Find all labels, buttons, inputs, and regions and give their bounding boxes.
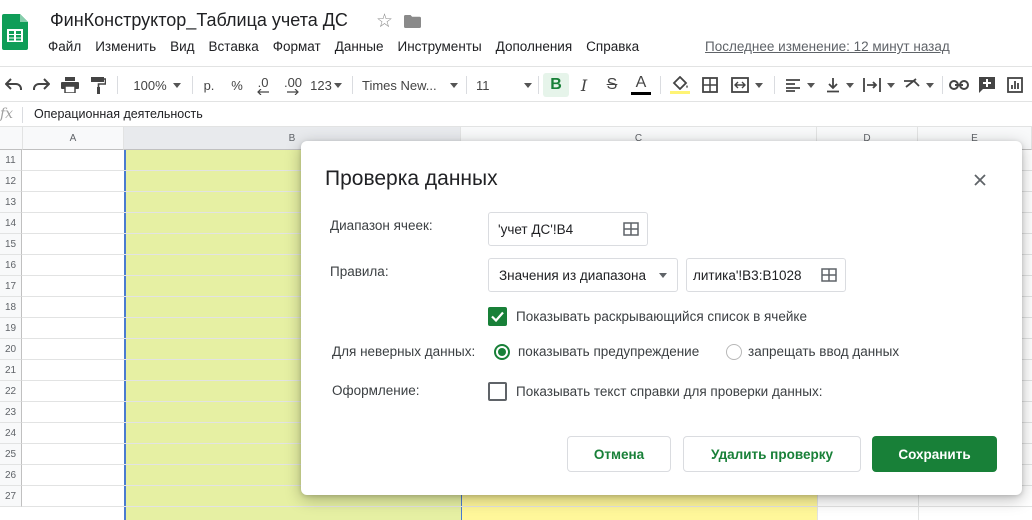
row-header[interactable]: 12 [0, 171, 22, 192]
insert-link-icon[interactable] [948, 73, 970, 97]
bold-button[interactable]: B [543, 73, 569, 97]
data-validation-dialog: Проверка данных Диапазон ячеек: 'учет ДС… [301, 141, 1022, 495]
range-value: 'учет ДС'!B4 [498, 221, 574, 237]
toolbar: 100% р. % .0 .00 123 Times New... 11 B I… [0, 66, 1032, 102]
row-header[interactable]: 15 [0, 234, 22, 255]
menu-insert[interactable]: Вставка [209, 39, 259, 59]
corner-cell[interactable] [0, 127, 23, 150]
sheets-logo[interactable] [2, 14, 28, 50]
cancel-button[interactable]: Отмена [567, 436, 671, 472]
text-rotation-icon[interactable] [900, 73, 936, 97]
row-header[interactable]: 25 [0, 444, 22, 465]
font-family-select[interactable]: Times New... [362, 73, 458, 97]
row-header[interactable]: 19 [0, 318, 22, 339]
formula-input[interactable]: Операционная деятельность [34, 107, 203, 121]
menu-tools[interactable]: Инструменты [397, 39, 481, 59]
menu-bar: Файл Изменить Вид Вставка Формат Данные … [48, 39, 653, 59]
row-header[interactable]: 24 [0, 423, 22, 444]
reject-radio[interactable] [726, 344, 742, 360]
text-wrap-icon[interactable] [862, 73, 896, 97]
folder-icon[interactable] [404, 15, 421, 28]
menu-addons[interactable]: Дополнения [496, 39, 572, 59]
warn-label[interactable]: показывать предупреждение [518, 344, 699, 359]
warn-radio[interactable] [494, 344, 510, 360]
percent-button[interactable]: % [228, 73, 246, 97]
column-header-a[interactable]: A [23, 127, 124, 150]
row-header[interactable]: 26 [0, 465, 22, 486]
rule-range-value: литика'!B3:B1028 [693, 267, 802, 283]
appearance-label: Оформление: [332, 383, 420, 398]
star-icon[interactable]: ☆ [376, 10, 393, 33]
italic-button[interactable]: I [574, 73, 594, 97]
row-header[interactable]: 22 [0, 381, 22, 402]
dialog-title: Проверка данных [325, 167, 498, 190]
save-button[interactable]: Сохранить [872, 436, 997, 472]
menu-format[interactable]: Формат [273, 39, 321, 59]
borders-icon[interactable] [700, 73, 720, 97]
row-header[interactable]: 11 [0, 150, 22, 171]
font-size-select[interactable]: 11 [476, 73, 532, 97]
text-color-button[interactable]: A [630, 73, 652, 97]
row-header[interactable]: 13 [0, 192, 22, 213]
fx-icon: fx [0, 106, 14, 122]
row-header[interactable]: 23 [0, 402, 22, 423]
menu-view[interactable]: Вид [170, 39, 194, 59]
row-header[interactable]: 27 [0, 486, 22, 507]
rule-type-select[interactable]: Значения из диапазона [488, 258, 678, 292]
last-edit-link[interactable]: Последнее изменение: 12 минут назад [705, 39, 950, 54]
chevron-down-icon [659, 272, 667, 278]
paint-format-icon[interactable] [88, 73, 108, 97]
vertical-align-icon[interactable] [823, 73, 857, 97]
merge-cells-icon[interactable] [728, 73, 766, 97]
zoom-select[interactable]: 100% [128, 73, 186, 97]
rules-label: Правила: [330, 264, 389, 279]
decimal-increase-button[interactable]: .00 [281, 73, 305, 97]
row-header[interactable]: 21 [0, 360, 22, 381]
remove-validation-button[interactable]: Удалить проверку [683, 436, 861, 472]
strikethrough-button[interactable]: S [602, 73, 622, 97]
print-icon[interactable] [59, 73, 81, 97]
help-text-label[interactable]: Показывать текст справки для проверки да… [516, 384, 822, 399]
menu-edit[interactable]: Изменить [95, 39, 156, 59]
menu-file[interactable]: Файл [48, 39, 81, 59]
show-dropdown-checkbox[interactable] [488, 307, 507, 326]
more-formats-select[interactable]: 123 [309, 73, 343, 97]
menu-help[interactable]: Справка [586, 39, 639, 59]
insert-comment-icon[interactable] [977, 73, 997, 97]
help-text-checkbox[interactable] [488, 382, 507, 401]
redo-icon[interactable] [31, 73, 51, 97]
decimal-decrease-button[interactable]: .0 [253, 73, 273, 97]
fill-color-icon[interactable] [669, 73, 691, 97]
select-range-icon [821, 268, 837, 282]
invalid-data-label: Для неверных данных: [332, 344, 476, 359]
row-header[interactable]: 18 [0, 297, 22, 318]
formula-bar: fx Операционная деятельность [0, 103, 1032, 127]
undo-icon[interactable] [4, 73, 24, 97]
currency-button[interactable]: р. [200, 73, 218, 97]
range-input[interactable]: 'учет ДС'!B4 [488, 212, 648, 246]
horizontal-align-icon[interactable] [783, 73, 817, 97]
menu-data[interactable]: Данные [335, 39, 384, 59]
range-label: Диапазон ячеек: [330, 218, 433, 233]
row-header[interactable]: 14 [0, 213, 22, 234]
row-header[interactable]: 20 [0, 339, 22, 360]
close-icon[interactable] [969, 169, 991, 191]
row-header[interactable]: 17 [0, 276, 22, 297]
select-range-icon [623, 222, 639, 236]
document-title[interactable]: ФинКонструктор_Таблица учета ДС [50, 10, 348, 31]
show-dropdown-label[interactable]: Показывать раскрывающийся список в ячейк… [516, 309, 807, 324]
insert-chart-icon[interactable] [1005, 73, 1025, 97]
row-header[interactable]: 16 [0, 255, 22, 276]
reject-label[interactable]: запрещать ввод данных [748, 344, 899, 359]
rule-range-input[interactable]: литика'!B3:B1028 [686, 258, 846, 292]
